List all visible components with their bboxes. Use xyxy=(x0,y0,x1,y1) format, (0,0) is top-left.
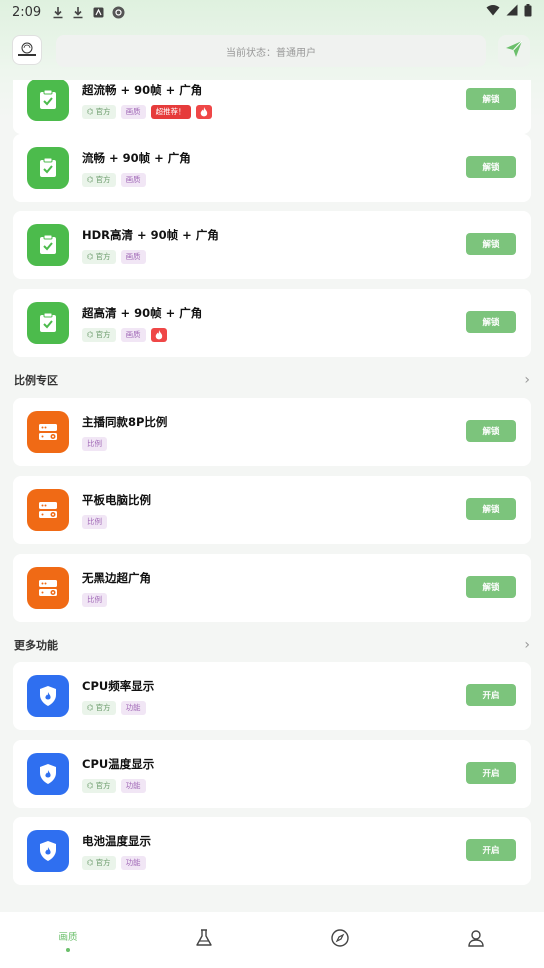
official-tag: ⌬ 官方 xyxy=(82,105,116,119)
active-indicator xyxy=(66,947,70,952)
official-tag: ⌬ 官方 xyxy=(82,173,116,187)
unlock-button[interactable]: 解锁 xyxy=(466,311,516,333)
category-tag: 画质 xyxy=(120,173,146,187)
category-tag: 比例 xyxy=(82,437,107,451)
category-tag: 画质 xyxy=(120,328,146,342)
list-item: 平板电脑比例 比例 解锁 xyxy=(13,476,531,544)
server-settings-icon xyxy=(27,567,69,609)
battery-icon xyxy=(524,3,532,21)
official-tag: ⌬ 官方 xyxy=(82,856,116,870)
user-icon xyxy=(466,928,486,952)
list-item: 流畅 + 90帧 + 广角 ⌬ 官方 画质 解锁 xyxy=(13,134,531,202)
nav-item-discover[interactable] xyxy=(272,912,408,968)
recommend-tag: 超推荐！ xyxy=(150,105,191,119)
nav-item-quality[interactable]: 画质 xyxy=(0,912,136,968)
unlock-button[interactable]: 解锁 xyxy=(466,420,516,442)
server-settings-icon xyxy=(27,489,69,531)
category-tag: 比例 xyxy=(82,593,107,607)
unlock-button[interactable]: 解锁 xyxy=(466,156,516,178)
chevron-right-icon: › xyxy=(524,372,530,388)
shield-flame-icon xyxy=(27,830,69,872)
unlock-button[interactable]: 解锁 xyxy=(466,88,516,110)
official-tag-icon: ⌬ xyxy=(87,703,94,712)
enable-button[interactable]: 开启 xyxy=(466,839,516,861)
notification-app-icon xyxy=(111,5,125,19)
category-tag: 功能 xyxy=(120,701,146,715)
item-title: 超流畅 + 90帧 + 广角 xyxy=(82,83,203,97)
enable-button[interactable]: 开启 xyxy=(466,762,516,784)
list-item: 主播同款8P比例 比例 解锁 xyxy=(13,398,531,466)
official-tag: ⌬ 官方 xyxy=(82,701,116,715)
send-button[interactable] xyxy=(498,35,530,67)
item-title: HDR高清 + 90帧 + 广角 xyxy=(82,228,219,242)
download-icon xyxy=(71,5,85,19)
paper-plane-icon xyxy=(505,40,523,62)
status-time: 2:09 xyxy=(12,4,42,20)
category-tag: 画质 xyxy=(120,250,146,264)
item-title: CPU温度显示 xyxy=(82,757,155,771)
user-status-text: 当前状态：普通用户 xyxy=(226,47,316,59)
wifi-icon xyxy=(486,4,500,20)
item-title: 平板电脑比例 xyxy=(82,493,151,507)
category-tag: 比例 xyxy=(82,515,107,529)
list-item: CPU频率显示 ⌬ 官方 功能 开启 xyxy=(13,662,531,730)
item-title: 电池温度显示 xyxy=(82,834,151,848)
bottom-navigation: 画质 xyxy=(0,912,544,968)
server-settings-icon xyxy=(27,411,69,453)
list-item: 电池温度显示 ⌬ 官方 功能 开启 xyxy=(13,817,531,885)
notification-app-icon xyxy=(91,5,105,19)
unlock-button[interactable]: 解锁 xyxy=(466,576,516,598)
section-header-ratio[interactable]: 比例专区 › xyxy=(14,370,530,390)
section-title: 比例专区 xyxy=(14,374,58,387)
enable-button[interactable]: 开启 xyxy=(466,684,516,706)
official-tag-icon: ⌬ xyxy=(87,781,94,790)
app-header: 当前状态：普通用户 xyxy=(0,32,544,72)
category-tag: 功能 xyxy=(120,856,146,870)
unlock-button[interactable]: 解锁 xyxy=(466,233,516,255)
fire-icon xyxy=(150,328,167,342)
app-logo[interactable] xyxy=(12,35,42,65)
category-tag: 画质 xyxy=(120,105,146,119)
signal-icon xyxy=(506,4,518,20)
clipboard-check-icon xyxy=(27,80,69,121)
shield-flame-icon xyxy=(27,753,69,795)
section-title: 更多功能 xyxy=(14,639,58,652)
download-icon xyxy=(51,5,65,19)
chevron-right-icon: › xyxy=(524,637,530,653)
section-header-more[interactable]: 更多功能 › xyxy=(14,635,530,655)
list-item: 无黑边超广角 比例 解锁 xyxy=(13,554,531,622)
item-title: CPU频率显示 xyxy=(82,679,155,693)
main-content: 超流畅 + 90帧 + 广角 ⌬ 官方 画质 超推荐！ 解锁 流畅 + 90帧 +… xyxy=(0,80,544,912)
clipboard-check-icon xyxy=(27,224,69,266)
official-tag-icon: ⌬ xyxy=(87,858,94,867)
official-tag: ⌬ 官方 xyxy=(82,250,116,264)
list-item: CPU温度显示 ⌬ 官方 功能 开启 xyxy=(13,740,531,808)
list-item: 超高清 + 90帧 + 广角 ⌬ 官方 画质 解锁 xyxy=(13,289,531,357)
nav-label: 画质 xyxy=(58,931,78,943)
list-item: 超流畅 + 90帧 + 广角 ⌬ 官方 画质 超推荐！ 解锁 xyxy=(13,80,531,134)
official-tag-icon: ⌬ xyxy=(87,107,94,116)
nav-item-lab[interactable] xyxy=(136,912,272,968)
flask-icon xyxy=(194,928,214,952)
official-tag: ⌬ 官方 xyxy=(82,328,116,342)
clipboard-check-icon xyxy=(27,302,69,344)
clipboard-check-icon xyxy=(27,147,69,189)
unlock-button[interactable]: 解锁 xyxy=(466,498,516,520)
official-tag-icon: ⌬ xyxy=(87,175,94,184)
category-tag: 功能 xyxy=(120,779,146,793)
item-title: 超高清 + 90帧 + 广角 xyxy=(82,306,203,320)
official-tag-icon: ⌬ xyxy=(87,252,94,261)
list-item: HDR高清 + 90帧 + 广角 ⌬ 官方 画质 解锁 xyxy=(13,211,531,279)
item-title: 流畅 + 90帧 + 广角 xyxy=(82,151,191,165)
official-tag-icon: ⌬ xyxy=(87,330,94,339)
shield-flame-icon xyxy=(27,675,69,717)
item-title: 主播同款8P比例 xyxy=(82,415,168,429)
fire-icon xyxy=(195,105,212,119)
user-status-bar: 当前状态：普通用户 xyxy=(56,35,486,67)
nav-item-profile[interactable] xyxy=(408,912,544,968)
status-bar: 2:09 xyxy=(0,0,544,24)
item-title: 无黑边超广角 xyxy=(82,571,151,585)
official-tag: ⌬ 官方 xyxy=(82,779,116,793)
compass-icon xyxy=(330,928,350,952)
